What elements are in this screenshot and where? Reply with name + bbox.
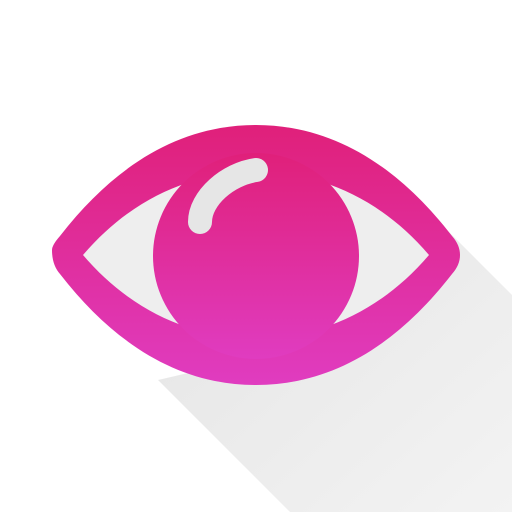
eye-app-icon xyxy=(0,0,512,512)
eye-iris xyxy=(153,153,359,359)
eye-icon xyxy=(52,125,512,512)
